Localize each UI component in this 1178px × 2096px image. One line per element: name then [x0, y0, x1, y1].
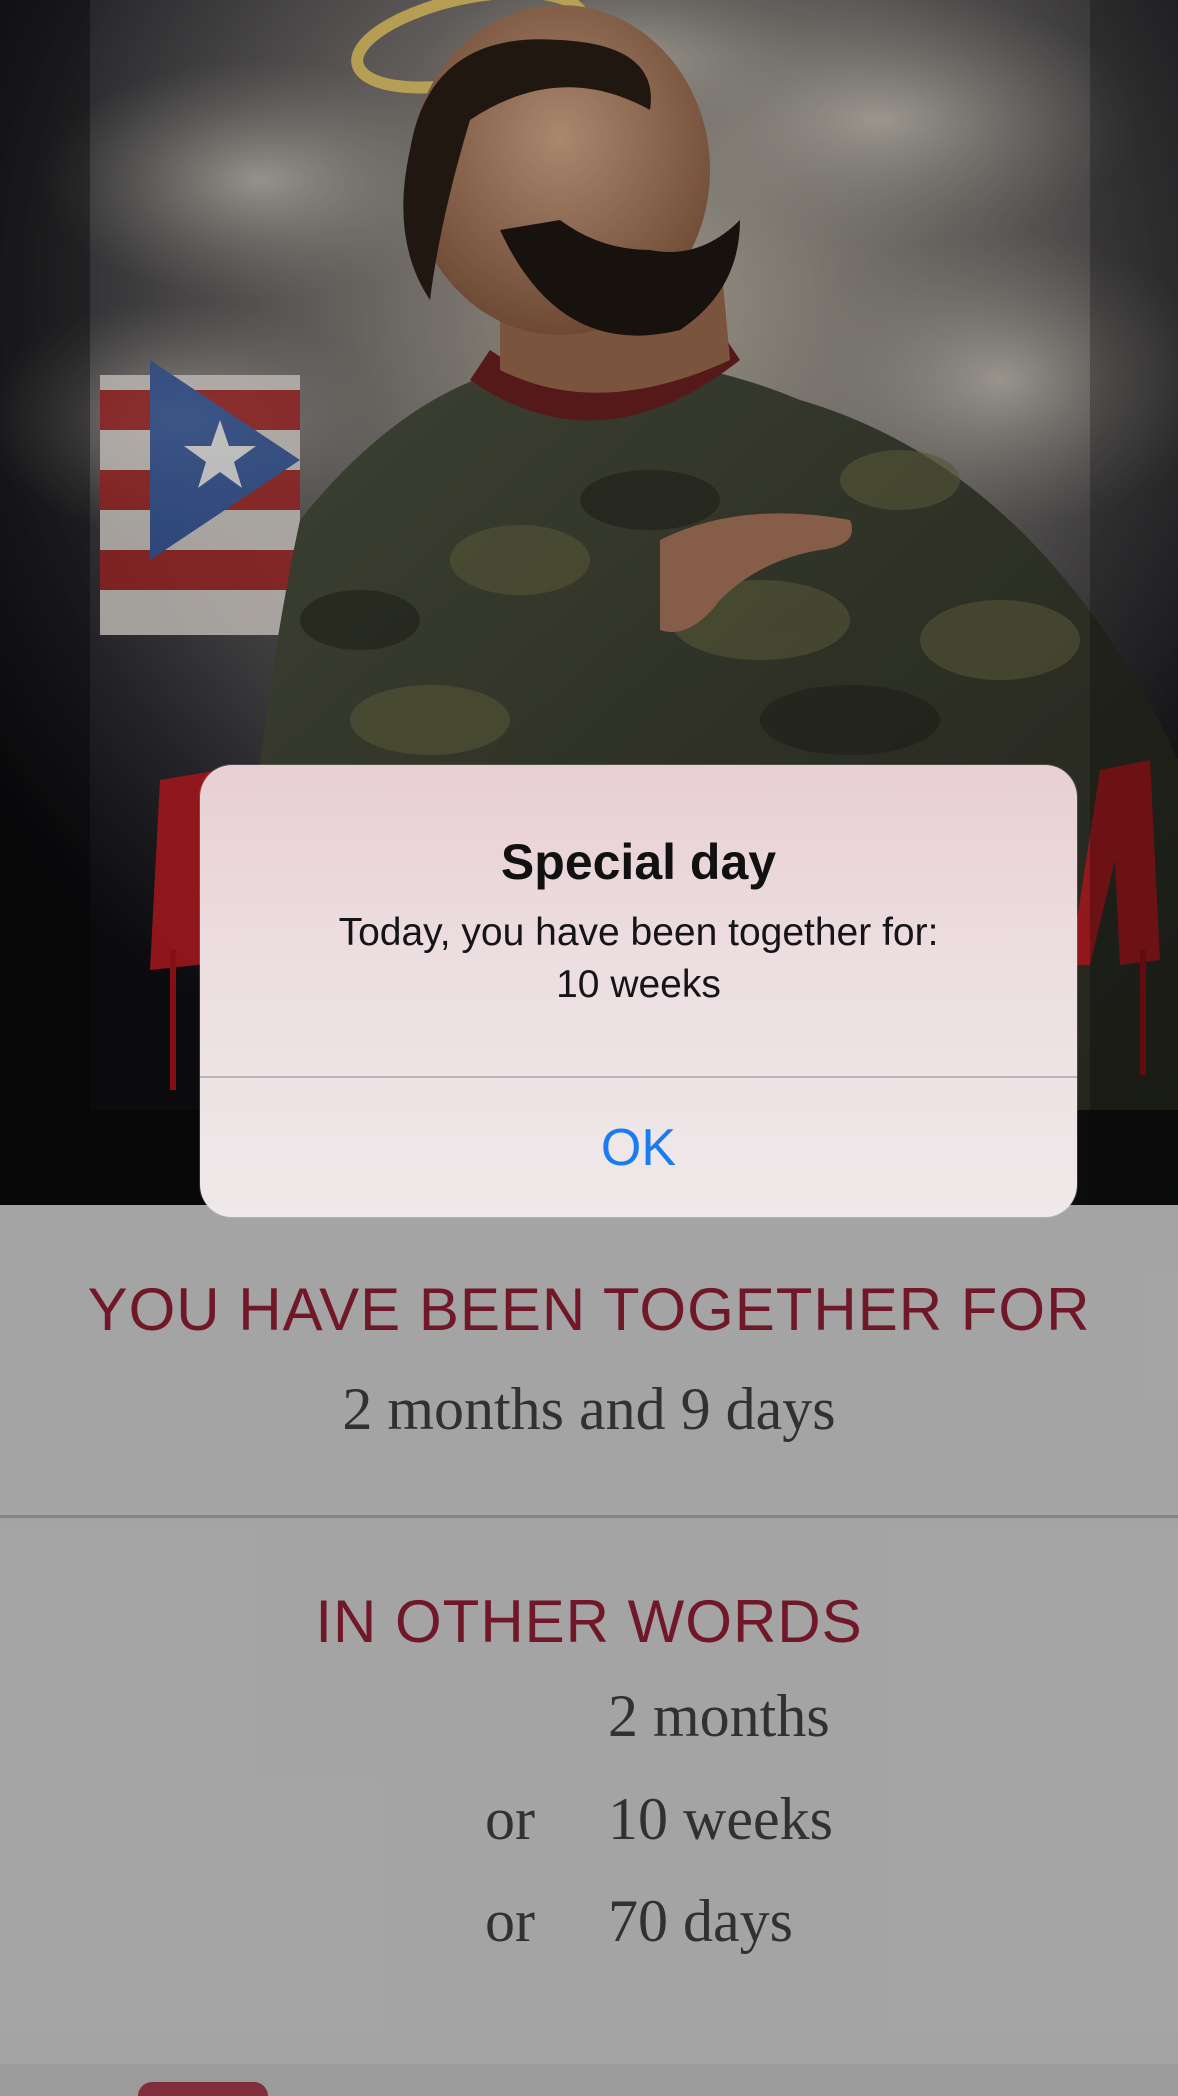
or-label: or	[485, 1888, 535, 1954]
other-words-heading: IN OTHER WORDS	[315, 1588, 863, 1655]
duration-row-months: 2 months	[0, 1682, 1178, 1762]
weeks-value: 10 weeks	[608, 1786, 833, 1852]
or-label: or	[485, 1786, 535, 1852]
alert-title: Special day	[500, 834, 777, 890]
section-divider	[0, 1515, 1178, 1518]
together-duration-value: 2 months and 9 days	[342, 1376, 836, 1442]
ok-button[interactable]: OK	[200, 1078, 1077, 1217]
alert-message-line: Today, you have been together for:	[338, 911, 939, 954]
main-content: YOU HAVE BEEN TOGETHER FOR 2 months and …	[0, 1205, 1178, 2065]
app-screen: YOU HAVE BEEN TOGETHER FOR 2 months and …	[0, 0, 1178, 2096]
duration-row-days: or 70 days	[0, 1887, 1178, 1967]
special-day-alert: Special day Today, you have been togethe…	[200, 765, 1077, 1217]
alert-message-weeks: 10 weeks	[556, 963, 721, 1006]
days-value: 70 days	[608, 1888, 793, 1954]
duration-row-weeks: or 10 weeks	[0, 1785, 1178, 1865]
months-value: 2 months	[608, 1683, 830, 1749]
bottom-badge[interactable]	[138, 2082, 268, 2096]
bottom-banner[interactable]	[0, 2064, 1178, 2096]
together-heading: YOU HAVE BEEN TOGETHER FOR	[87, 1276, 1091, 1343]
alert-message: Today, you have been together for: 10 we…	[200, 907, 1077, 1011]
